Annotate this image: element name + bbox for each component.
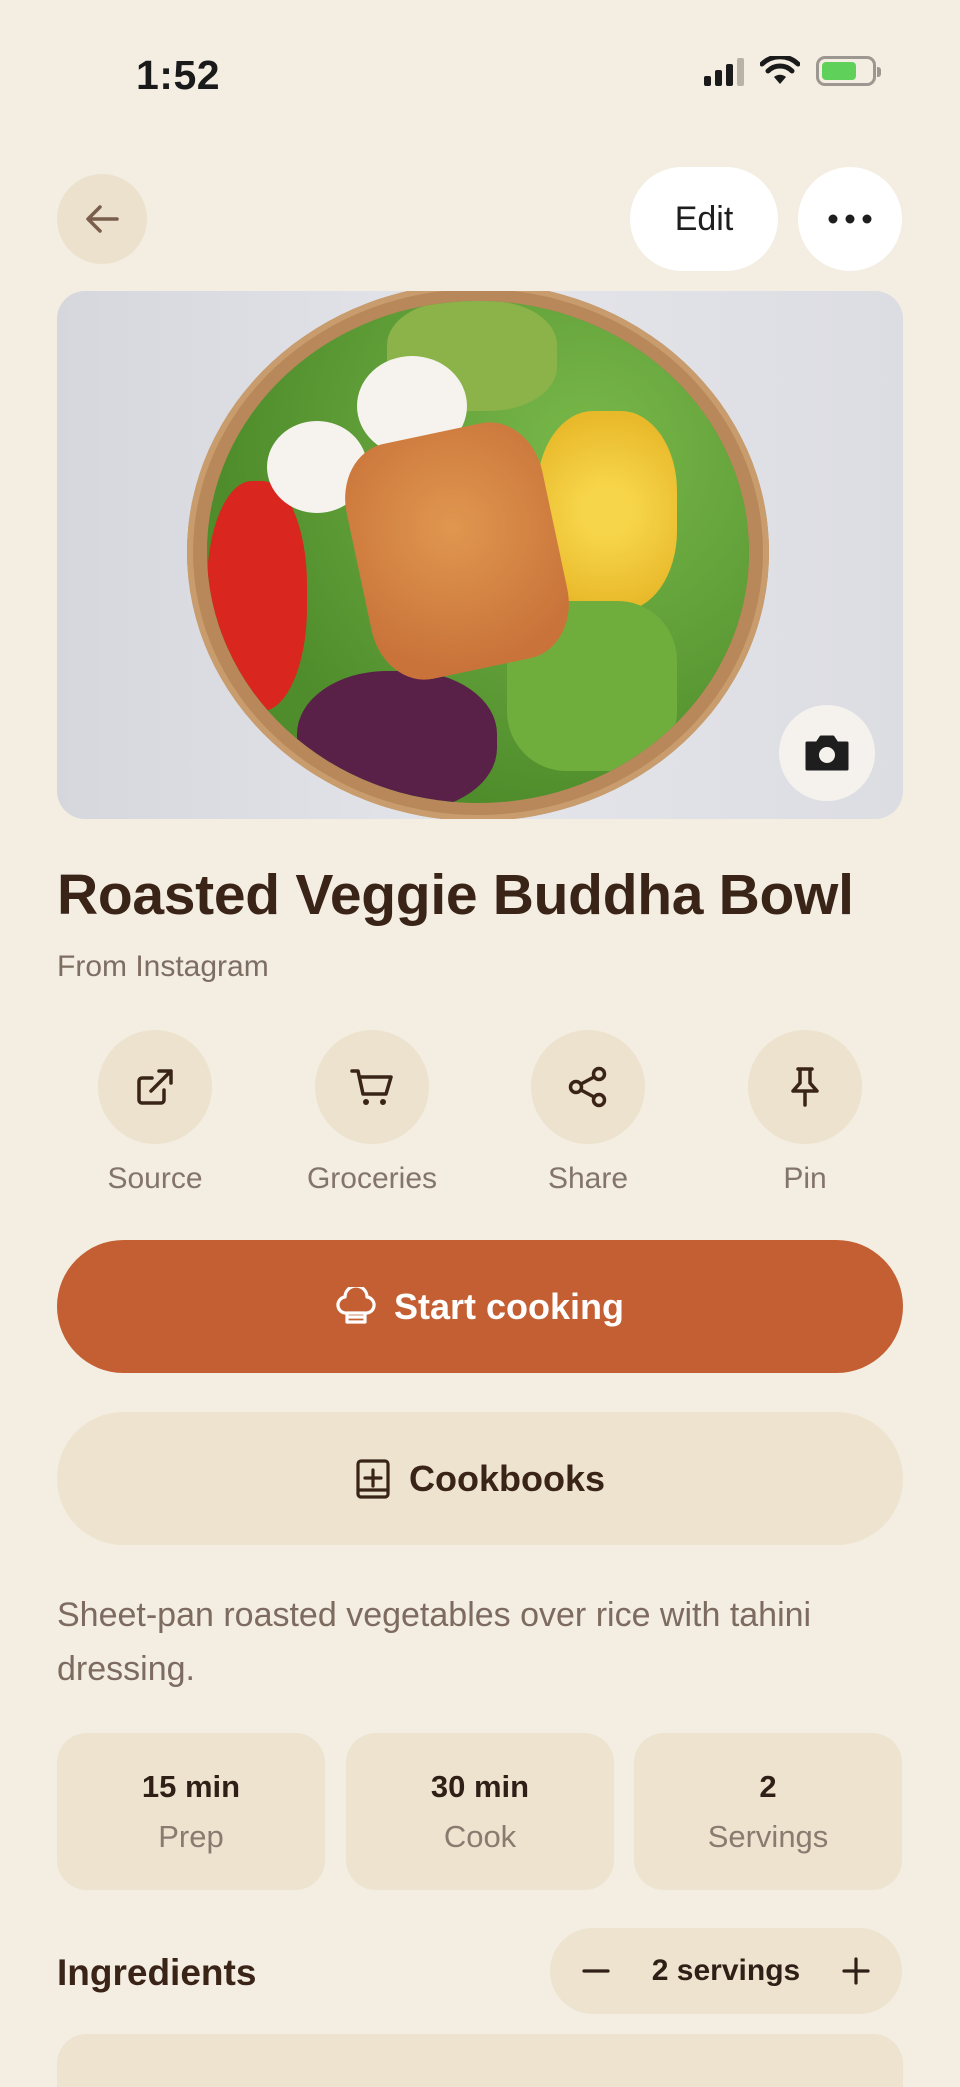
start-cooking-button[interactable]: Start cooking — [57, 1240, 903, 1373]
share-action[interactable]: Share — [488, 1030, 688, 1196]
pin-icon — [791, 1067, 819, 1107]
change-photo-button[interactable] — [779, 705, 875, 801]
cook-time-label: Cook — [443, 1818, 517, 1854]
recipe-description: Sheet-pan roasted vegetables over rice w… — [57, 1596, 812, 1688]
status-icons — [704, 56, 881, 86]
servings-stepper: 2 servings — [550, 1928, 902, 2014]
back-button[interactable] — [57, 174, 147, 264]
servings-stat: 2 Servings — [634, 1733, 902, 1890]
increase-servings-button[interactable] — [836, 1951, 876, 1991]
share-icon — [568, 1066, 607, 1108]
pin-button[interactable] — [748, 1030, 862, 1144]
status-bar: 1:52 — [0, 0, 960, 150]
plus-icon — [842, 1957, 870, 1985]
decrease-servings-button[interactable] — [576, 1951, 616, 1991]
servings-label: Servings — [707, 1818, 829, 1854]
arrow-left-icon — [86, 205, 119, 233]
servings-count: 2 servings — [651, 1954, 801, 1987]
add-to-cookbook-icon — [356, 1458, 390, 1499]
source-label: Source — [107, 1162, 203, 1195]
camera-icon — [805, 735, 849, 771]
more-horizontal-icon — [828, 214, 872, 224]
wifi-icon — [760, 56, 800, 84]
source-action[interactable]: Source — [55, 1030, 255, 1196]
cookbooks-button[interactable]: Cookbooks — [57, 1412, 903, 1545]
pin-action[interactable]: Pin — [705, 1030, 905, 1196]
battery-icon — [816, 56, 881, 86]
groceries-label: Groceries — [306, 1162, 438, 1195]
cellular-signal-icon — [704, 56, 744, 86]
cook-time-value: 30 min — [430, 1768, 530, 1804]
recipe-title: Roasted Veggie Buddha Bowl — [57, 863, 854, 927]
status-time: 1:52 — [136, 52, 221, 98]
groceries-button[interactable] — [315, 1030, 429, 1144]
prep-time-stat: 15 min Prep — [57, 1733, 325, 1890]
source-button[interactable] — [98, 1030, 212, 1144]
edit-button[interactable]: Edit — [630, 167, 778, 271]
share-label: Share — [547, 1162, 629, 1195]
chef-hat-icon — [336, 1286, 376, 1324]
more-options-button[interactable] — [798, 167, 902, 271]
recipe-hero-image — [57, 291, 903, 819]
ingredients-heading: Ingredients — [57, 1952, 257, 1993]
external-link-icon — [137, 1069, 173, 1105]
cookbooks-label: Cookbooks — [408, 1457, 605, 1499]
action-row: Source Groceries Share Pin — [0, 1030, 960, 1200]
pin-label: Pin — [783, 1162, 827, 1195]
start-cooking-label: Start cooking — [393, 1285, 625, 1327]
recipe-source: From Instagram — [57, 950, 269, 983]
prep-time-value: 15 min — [141, 1768, 241, 1804]
cook-time-stat: 30 min Cook — [346, 1733, 614, 1890]
cart-icon — [350, 1069, 393, 1105]
servings-value: 2 — [759, 1768, 777, 1804]
groceries-action[interactable]: Groceries — [272, 1030, 472, 1196]
bowl-illustration — [187, 291, 769, 819]
ingredients-list — [57, 2034, 903, 2087]
minus-icon — [582, 1969, 610, 1973]
prep-time-label: Prep — [158, 1818, 224, 1854]
share-button[interactable] — [531, 1030, 645, 1144]
